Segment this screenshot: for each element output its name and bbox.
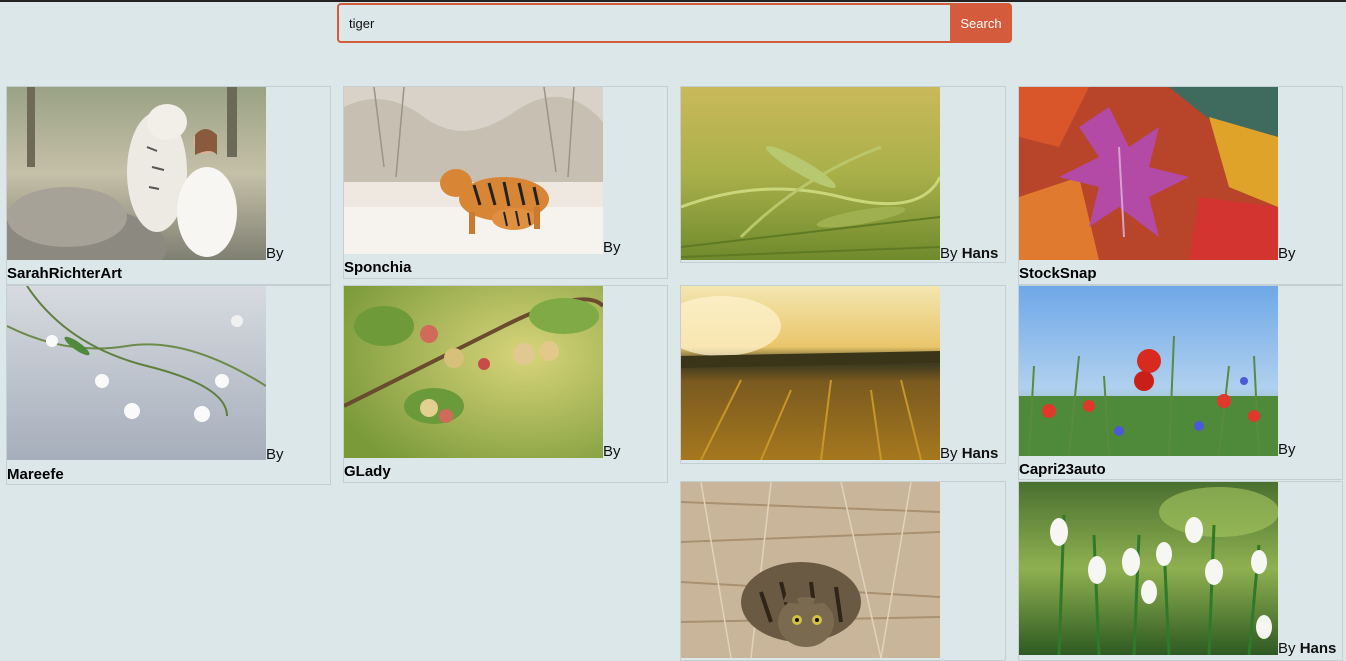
photo-snowdrops[interactable] xyxy=(1019,482,1278,655)
photo-wheat-field[interactable] xyxy=(681,87,940,260)
photo-gooseberries[interactable] xyxy=(344,286,603,458)
gallery-card-5[interactable]: By Mareefe xyxy=(6,285,331,485)
by-label: By Hans xyxy=(940,245,999,262)
author-name[interactable]: Mareefe xyxy=(7,466,64,483)
author-name[interactable]: StockSnap xyxy=(1019,265,1097,282)
photo-autumn-leaves[interactable] xyxy=(1019,87,1278,260)
photo-white-flowers[interactable] xyxy=(7,286,266,460)
gallery-card-7[interactable]: By Hans xyxy=(680,285,1006,464)
by-label: By xyxy=(603,443,621,460)
by-label: By xyxy=(1278,245,1296,262)
by-label: By xyxy=(1278,441,1296,458)
by-label: By xyxy=(266,446,284,463)
gallery-card-10[interactable]: By Hans xyxy=(1018,481,1343,661)
gallery-card-2[interactable]: By Sponchia xyxy=(343,86,668,279)
author-name[interactable]: Capri23auto xyxy=(1019,461,1106,478)
photo-tigers-snow[interactable] xyxy=(344,87,603,254)
photo-poppies[interactable] xyxy=(1019,286,1278,456)
author-name[interactable]: Hans xyxy=(962,445,999,462)
author-name[interactable]: Hans xyxy=(1300,640,1337,657)
author-name[interactable]: Sponchia xyxy=(344,259,412,276)
gallery-card-4[interactable]: By StockSnap xyxy=(1018,86,1343,285)
search-input[interactable] xyxy=(337,3,950,43)
author-name[interactable]: SarahRichterArt xyxy=(7,265,122,282)
gallery-card-3[interactable]: By Hans xyxy=(680,86,1006,263)
gallery-card-1[interactable]: By SarahRichterArt xyxy=(6,86,331,285)
search-button[interactable]: Search xyxy=(950,3,1012,43)
by-label: By xyxy=(603,239,621,256)
by-label: By Hans xyxy=(1278,640,1337,657)
by-label: By xyxy=(266,245,284,262)
author-name[interactable]: Hans xyxy=(962,245,999,262)
by-label: By Hans xyxy=(940,445,999,462)
search-bar: Search xyxy=(337,3,1012,43)
gallery-card-8[interactable]: By Capri23auto xyxy=(1018,285,1343,480)
photo-tabby-cat[interactable] xyxy=(681,482,940,658)
gallery-card-9[interactable] xyxy=(680,481,1006,661)
photo-white-tiger[interactable] xyxy=(7,87,266,260)
photo-golden-field[interactable] xyxy=(681,286,940,460)
author-name[interactable]: GLady xyxy=(344,463,391,480)
gallery-card-6[interactable]: By GLady xyxy=(343,285,668,483)
